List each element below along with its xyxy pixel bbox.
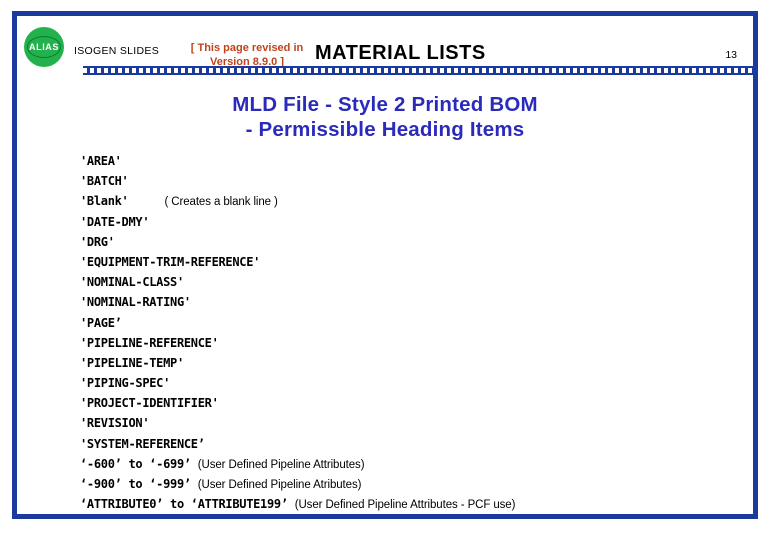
heading-keyword: 'PIPELINE-REFERENCE' [80,335,219,350]
heading-keyword: ‘-900’ to ‘-999’ [80,477,191,491]
slide-header: ALIAS ISOGEN SLIDES [ This page revised … [17,16,753,72]
list-item: 'BATCH' [80,174,743,194]
header-divider [83,66,753,75]
heading-keyword: 'AREA' [80,154,122,168]
heading-keyword: ‘ATTRIBUTE0’ to ‘ATTRIBUTE199’ [80,497,288,512]
section-title: MATERIAL LISTS [315,42,486,64]
heading-keyword: 'EQUIPMENT-TRIM-REFERENCE' [80,254,261,269]
heading-items-list: 'AREA' 'BATCH' 'Blank' ( Creates a blank li… [80,154,743,517]
list-item: 'NOMINAL-CLASS' [80,275,743,295]
heading-keyword: 'BATCH' [80,174,129,189]
list-item: ‘-600’ to ‘-699’ (User Defined Pipeline A… [80,457,743,477]
heading-keyword-note: (User Defined Pipeline Atributes) [197,479,362,491]
list-item: 'DATE-DMY' [80,215,743,235]
page-title-line-2: - Permissible Heading Items [245,118,525,141]
heading-keyword: 'NOMINAL-CLASS' [80,275,184,290]
page-number: 13 [725,49,737,61]
heading-keyword: 'PAGE’ [80,315,122,330]
heading-keyword: 'DRG' [80,234,115,249]
heading-keyword-note: (User Defined Pipeline Attributes) [197,458,365,471]
list-item: 'SYSTEM-REFERENCE’ [80,437,743,457]
heading-keyword: 'Blank' [80,194,129,209]
heading-keyword: 'NOMINAL-RATING' [80,295,191,310]
list-item: ‘-900’ to ‘-999’ (User Defined Pipeline A… [80,477,743,497]
list-item: 'PIPELINE-TEMP' [80,356,743,376]
heading-keyword-note: (User Defined Pipeline Attributes - PCF … [294,499,516,512]
page-title-line-1: MLD File - Style 2 Printed BOM [232,93,538,116]
heading-keyword-note: ( Creates a blank line ) [164,196,278,209]
logo-label: ALIAS [29,41,59,52]
divider-dash-pattern [83,68,753,73]
list-item: 'PIPING-SPEC' [80,376,743,396]
revision-line-1: [ This page revised in [190,42,304,54]
alias-logo: ALIAS [24,27,64,67]
list-item: 'EQUIPMENT-TRIM-REFERENCE' [80,255,743,275]
slide-frame: ALIAS ISOGEN SLIDES [ This page revised … [12,11,758,519]
list-item: ‘ATTRIBUTE0’ to ‘ATTRIBUTE199’ (User Defi… [80,497,743,517]
heading-keyword: ‘-600’ to ‘-699’ [80,456,191,471]
heading-keyword: 'PIPING-SPEC' [80,376,171,391]
list-item: 'PROJECT-IDENTIFIER' [80,396,743,416]
list-item: 'DRG' [80,235,743,255]
revision-note: [ This page revised in Version 8.9.0 ] [172,41,322,69]
list-item: 'Blank' ( Creates a blank line ) [80,194,743,214]
list-item: 'REVISION' [80,416,743,436]
heading-keyword: 'DATE-DMY' [80,214,150,229]
heading-keyword: 'REVISION' [80,416,150,431]
list-item: 'NOMINAL-RATING' [80,295,743,315]
heading-keyword: 'SYSTEM-REFERENCE’ [80,436,205,451]
brand-label: ISOGEN SLIDES [74,45,160,57]
heading-keyword: 'PIPELINE-TEMP' [80,355,184,370]
page-title: MLD File - Style 2 Printed BOM - Permiss… [17,92,753,142]
slide: ALIAS ISOGEN SLIDES [ This page revised … [0,0,780,540]
list-item: 'PIPELINE-REFERENCE' [80,336,743,356]
list-item: 'PAGE’ [80,316,743,336]
list-item: 'AREA' [80,154,743,174]
heading-keyword: 'PROJECT-IDENTIFIER' [80,396,219,411]
